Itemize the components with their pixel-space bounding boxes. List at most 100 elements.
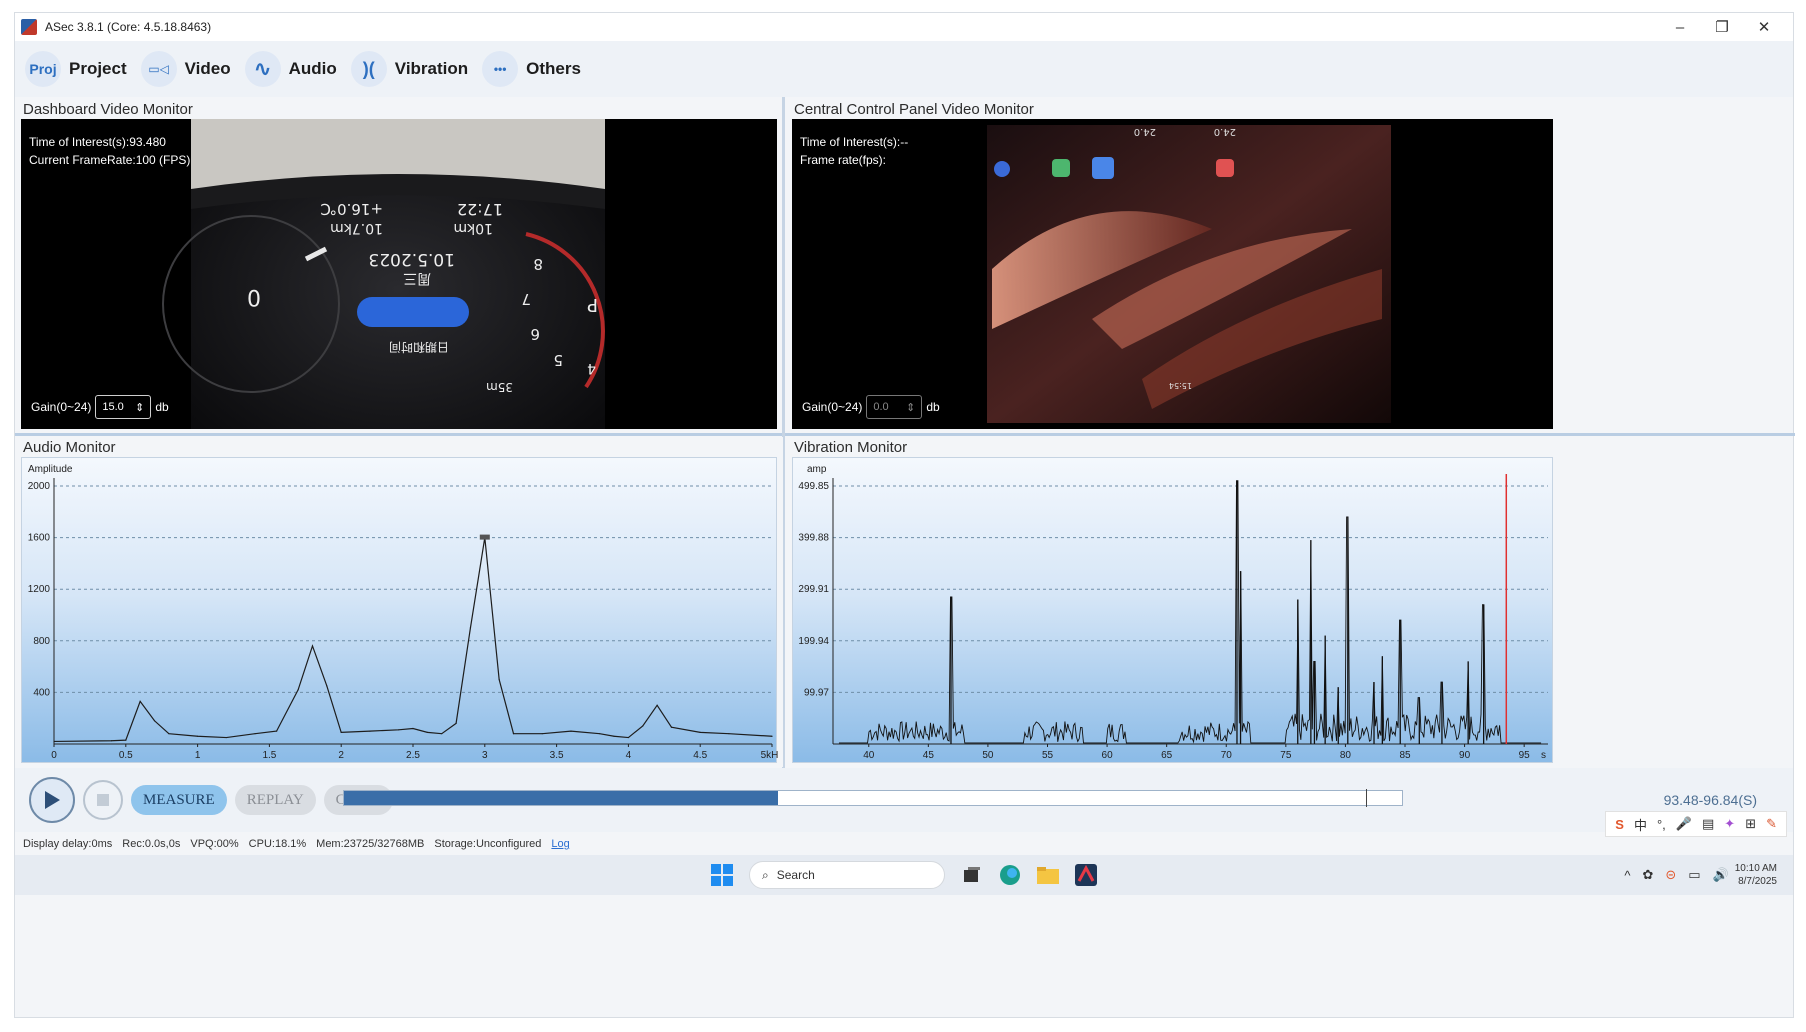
x-tick-label: 40 [863,750,875,761]
main-toolbar: Proj Project ▭◁ Video ∿ Audio )( Vibrati… [15,41,1793,97]
punctuation-icon[interactable]: °, [1657,817,1666,832]
vibration-monitor-title: Vibration Monitor [794,439,908,456]
audio-chart[interactable]: Amplitude 400 800 1200 1600 2000 0 0.5 1 1.5 2 2.5 3… [21,457,778,763]
audio-data-point [225,736,227,739]
file-explorer-icon[interactable] [1034,861,1062,889]
audio-data-point [570,730,572,732]
toolbar-vibration[interactable]: )( Vibration [350,51,468,87]
peak-marker[interactable] [479,534,490,540]
timeline-progress[interactable] [343,789,1403,807]
dash-temp-text: +16.0℃ [320,200,383,218]
dashboard-gain-value: 15.0 [102,401,124,413]
central-video-view[interactable]: 24.0 24.0 15:54 Time of Interest(s):-- F… [792,119,1553,429]
toolbar-video[interactable]: ▭◁ Video [140,51,231,87]
vibration-icon: )( [350,51,387,87]
show-hidden-icons[interactable]: ^ [1624,868,1630,883]
x-tick-label: 75 [1280,750,1292,761]
vibration-chart[interactable]: amp 99.97 199.94 299.91 399.88 499.85 40 45 50 55… [792,457,1553,763]
sogou-icon[interactable]: S [1615,817,1624,832]
network-icon[interactable]: ▭ [1688,867,1700,883]
dashboard-frame-rate: Current FrameRate:100 (FPS) [29,153,191,167]
cc-clock-text: 15:54 [1169,381,1192,390]
y-tick-label: 399.88 [798,533,829,544]
tray-sogou-icon[interactable]: ⊝ [1665,867,1676,883]
app-logo-icon [21,19,37,35]
windows-start-icon[interactable] [708,861,736,889]
dash-speed-text: 0 [247,284,261,309]
taskbar-search[interactable]: ⌕ Search [749,861,945,889]
dash-gear-7-text: 7 [521,290,531,308]
audio-data-point [627,736,630,739]
toolbar-others-label: Others [526,59,581,78]
task-view-icon[interactable] [958,861,986,889]
horizontal-splitter[interactable] [15,433,1795,436]
replay-button[interactable]: REPLAY [234,785,316,815]
dash-odo-b-text: 10km [453,220,493,236]
measure-button[interactable]: MEASURE [131,785,227,815]
keyboard-icon[interactable]: ▤ [1702,816,1714,832]
video-icon: ▭◁ [140,51,177,87]
transport-bar: MEASURE REPLAY CALIB 93.48-96.84(S) [15,768,1793,832]
x-tick-label: 1 [195,750,201,761]
status-display-delay: Display delay:0ms [23,838,113,850]
x-tick-label: 95 [1519,750,1531,761]
status-cpu: CPU:18.1% [248,838,307,850]
audio-data-point [110,740,113,742]
dashboard-video-view[interactable]: 17:22 +16.0℃ 10.7km 10km 10.5.2023 周三 0 … [21,119,777,429]
vibration-monitor-panel: Vibration Monitor amp 99.97 199.94 299.91 39… [786,437,1559,767]
taskbar-clock[interactable]: 10:10 AM 8/7/2025 [1735,862,1777,888]
skin-icon[interactable]: ✦ [1724,816,1735,832]
stop-button[interactable] [83,780,123,820]
y-tick-label: 199.94 [798,636,829,647]
asec-app-icon[interactable] [1072,861,1100,889]
toolbar-project[interactable]: Proj Project [25,51,127,87]
tray-app-icon[interactable]: ✿ [1642,867,1653,883]
minimize-button[interactable]: – [1659,13,1701,41]
dash-clock-text: 17:22 [457,200,503,219]
play-icon [45,791,60,809]
timeline-marker[interactable] [1366,789,1368,807]
x-tick-label: 0.5 [119,750,133,761]
audio-data-point [541,733,543,735]
toolbox-icon[interactable]: ⊞ [1745,816,1756,832]
ime-toolbar: S 中 °, 🎤 ▤ ✦ ⊞ ✎ [1605,811,1787,837]
audio-data-point [369,730,371,732]
y-tick-label: 499.85 [798,481,829,492]
y-tick-label: 2000 [28,481,51,492]
toolbar-audio[interactable]: ∿ Audio [244,51,337,87]
audio-data-point [498,678,500,681]
search-icon: ⌕ [762,867,769,882]
stepper-arrows-icon[interactable]: ⇕ [906,401,915,414]
x-unit-label: s [1541,750,1546,761]
others-icon: ••• [482,51,519,87]
x-tick-label: 2.5 [406,750,420,761]
audio-data-point [398,729,400,731]
stepper-arrows-icon[interactable]: ⇕ [135,401,144,414]
handwriting-icon[interactable]: ✎ [1766,816,1777,832]
x-tick-label: 65 [1161,750,1173,761]
audio-data-point [168,733,170,735]
play-button[interactable] [29,777,75,823]
y-tick-label: 400 [33,687,50,698]
dashboard-gain-stepper[interactable]: 15.0 ⇕ [95,395,152,419]
chinese-mode-icon[interactable]: 中 [1634,815,1647,834]
dash-date-text: 10.5.2023 [368,249,455,269]
central-gain-stepper[interactable]: 0.0 ⇕ [866,395,923,419]
microphone-icon[interactable]: 🎤 [1676,816,1692,832]
y-tick-label: 299.91 [798,584,829,595]
audio-data-point [699,731,701,733]
vibration-signal-line [838,480,1542,744]
toolbar-others[interactable]: ••• Others [482,51,581,87]
taskbar-date: 8/7/2025 [1738,876,1777,887]
central-gain-unit: db [926,400,940,414]
maximize-button[interactable]: ❐ [1701,13,1743,41]
x-tick-label: 3 [482,750,488,761]
dashboard-time-of-interest: Time of Interest(s):93.480 [29,135,166,149]
edge-browser-icon[interactable] [996,861,1024,889]
volume-icon[interactable]: 🔊 [1713,867,1729,883]
log-link[interactable]: Log [551,838,569,850]
x-tick-label: 4 [626,750,632,761]
dash-range-text: 35m [486,380,513,394]
close-button[interactable]: ✕ [1743,13,1785,41]
taskbar-search-label: Search [776,868,815,882]
